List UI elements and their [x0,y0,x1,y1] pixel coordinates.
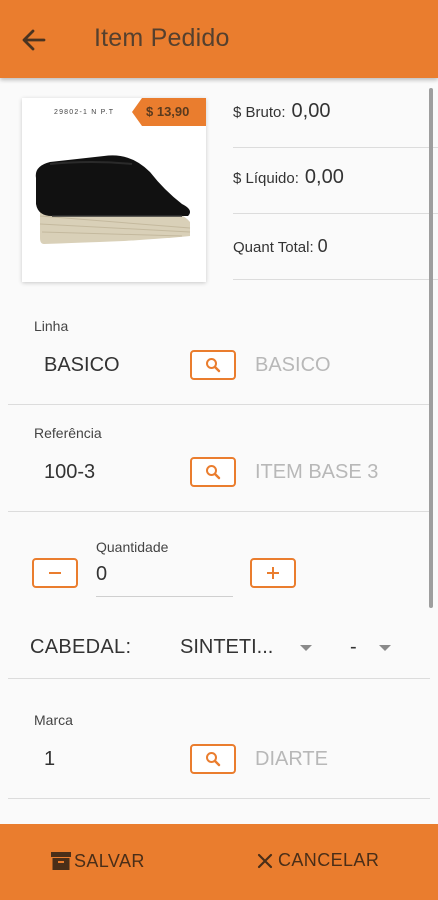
decrease-quantity-button[interactable] [32,558,78,588]
divider [8,678,430,679]
referencia-search-button[interactable] [190,457,236,487]
product-image[interactable]: 29802-1 N P.T $ 13,90 [22,98,206,282]
minus-icon [49,572,61,574]
linha-search-button[interactable] [190,350,236,380]
cancel-label: CANCELAR [278,850,380,870]
quant-total-label: Quant Total: [233,239,314,256]
plus-icon [267,567,279,579]
divider [8,798,430,799]
linha-description: BASICO [255,354,331,376]
search-icon [206,358,221,373]
linha-field[interactable]: BASICO [44,354,120,377]
bottom-action-bar: SALVAR CANCELAR [0,824,438,900]
cabedal-label: CABEDAL: [30,636,132,658]
save-label: SALVAR [74,850,145,871]
linha-label: Linha [34,318,69,334]
liquido-value: 0,00 [304,166,344,188]
search-icon [206,752,221,767]
page-title: Item Pedido [94,24,230,52]
increase-quantity-button[interactable] [250,558,296,588]
cabedal-option-select[interactable]: - [350,636,357,659]
summary-liquido: $ Líquido: 0,00 [233,166,438,214]
quant-total-value: 0 [317,236,328,256]
cancel-button[interactable]: CANCELAR [256,850,379,871]
cabedal-material-select[interactable]: SINTETI... [180,636,273,659]
archive-icon [51,852,71,870]
referencia-label: Referência [34,425,102,441]
price-badge: $ 13,90 [132,98,206,126]
divider [8,404,430,405]
divider [8,511,430,512]
quantity-input[interactable]: 0 [96,560,233,597]
marca-label: Marca [34,712,73,728]
arrow-left-icon [22,29,46,51]
bruto-value: 0,00 [291,100,331,122]
shoe-image [35,155,191,244]
product-code: 29802-1 N P.T [54,109,115,116]
search-icon [206,465,221,480]
chevron-down-icon[interactable] [379,645,391,651]
marca-search-button[interactable] [190,744,236,774]
summary-bruto: $ Bruto: 0,00 [233,100,438,148]
referencia-field[interactable]: 100-3 [44,461,95,484]
save-button[interactable]: SALVAR [50,850,145,872]
liquido-label: $ Líquido: [233,170,299,187]
marca-description: DIARTE [255,748,328,770]
scrollbar[interactable] [429,88,433,608]
bruto-label: $ Bruto: [233,104,286,121]
close-icon [257,853,273,868]
chevron-down-icon[interactable] [300,645,312,651]
marca-field[interactable]: 1 [44,748,55,771]
summary-quant-total: Quant Total: 0 [233,236,438,280]
back-button[interactable] [18,24,50,56]
app-bar: Item Pedido [0,0,438,78]
quantidade-label: Quantidade [96,539,169,555]
referencia-description: ITEM BASE 3 [255,461,379,483]
